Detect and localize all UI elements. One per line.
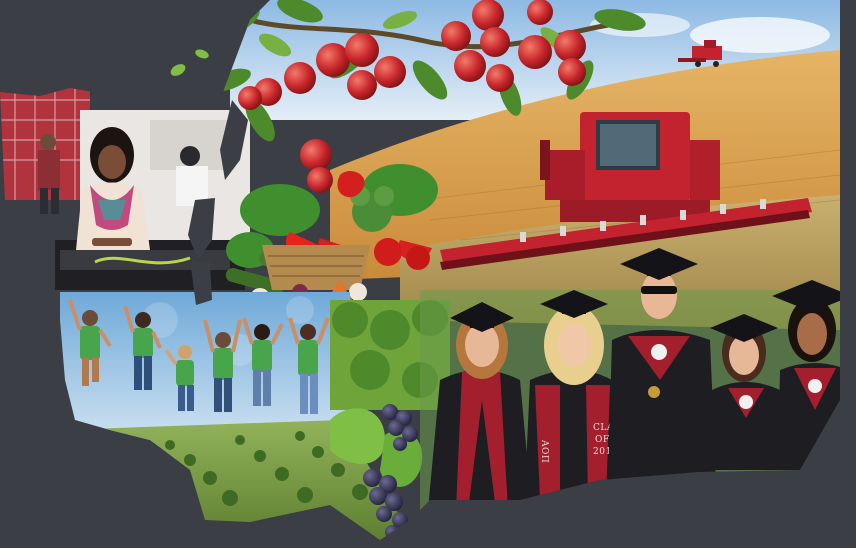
apple-icon [518,35,552,69]
floating-leaves [170,49,209,76]
apple-icon [300,139,332,171]
apple-icon [527,0,553,25]
apple-icon [238,86,262,110]
apple-icon [347,70,377,100]
collage-artwork: ΑΟΠ CLASS OF 2014 [0,0,840,540]
collage-stage: ΑΟΠ CLASS OF 2014 [0,0,856,548]
apple-icon [486,64,514,92]
apple-icon [558,58,586,86]
apple-icon [554,30,586,62]
jumping-kids-photo [60,292,350,442]
apple-icon [454,50,486,82]
apple-icon [441,21,471,51]
state-shaped-collage: ΑΟΠ CLASS OF 2014 [0,0,840,540]
apple-icon [316,43,350,77]
apple-icon [284,62,316,94]
apple-icon [480,27,510,57]
sewing-room-photo [0,80,250,290]
apple-icon [472,0,504,31]
apple-icon [345,33,379,67]
stole-text-line2: OF [595,435,610,445]
apple-icon [374,56,406,88]
apple-icon [307,167,333,193]
sleeve-letters: ΑΟΠ [539,439,549,463]
